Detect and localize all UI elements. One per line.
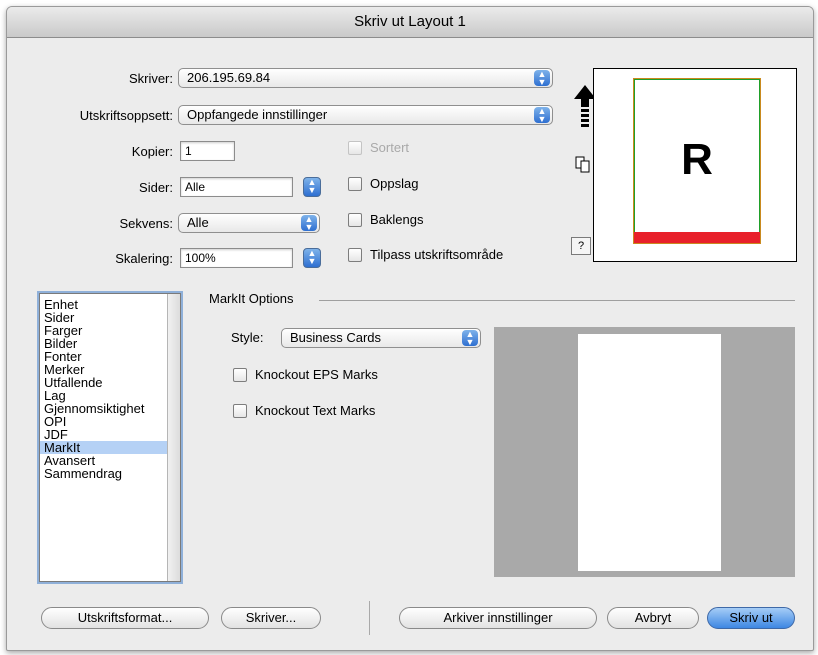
spreads-checkbox[interactable]: Oppslag [348,176,418,192]
popup-arrows-icon: ▲ ▼ [534,107,550,124]
style-popup[interactable]: Business Cards ▲ ▼ [281,328,481,348]
copies-label: Kopier: [131,144,173,159]
preset-value: Oppfangede innstillinger [187,107,328,122]
scale-stepper[interactable]: ▲ ▼ [303,248,321,268]
popup-arrows-icon: ▲ ▼ [534,70,550,87]
pages-stepper[interactable]: ▲ ▼ [303,177,321,197]
section-list[interactable]: Enhet Sider Farger Bilder Fonter Merker … [39,293,181,582]
pages-field[interactable]: Alle [180,177,293,197]
page-preview: R [593,68,797,262]
fit-checkbox[interactable]: Tilpass utskriftsområde [348,247,503,263]
save-settings-button[interactable]: Arkiver innstillinger [399,607,597,629]
knockout-text-label: Knockout Text Marks [255,403,376,418]
knockout-text-checkbox[interactable]: Knockout Text Marks [233,403,375,419]
copies-field[interactable]: 1 [180,141,235,161]
collate-label: Sortert [370,140,410,155]
print-dialog: Skriv ut Layout 1 Skriver: 206.195.69.84… [6,6,814,651]
sequence-popup[interactable]: Alle ▲ ▼ [178,213,320,233]
sequence-label: Sekvens: [119,216,173,231]
window-title: Skriv ut Layout 1 [7,7,813,38]
page-flip-icon[interactable] [575,156,591,174]
list-scrollbar[interactable] [167,294,180,581]
checkbox-box [348,212,362,227]
style-label: Style: [231,330,264,345]
reverse-checkbox[interactable]: Baklengs [348,212,423,228]
markit-preview [494,327,795,577]
printer-popup[interactable]: 206.195.69.84 ▲ ▼ [178,68,553,88]
popup-arrows-icon: ▲ ▼ [462,330,478,347]
knockout-eps-label: Knockout EPS Marks [255,367,378,382]
sequence-value: Alle [187,215,209,230]
printer-value: 206.195.69.84 [187,70,271,85]
popup-arrows-icon: ▲ ▼ [301,215,317,232]
collate-checkbox: Sortert [348,140,409,156]
checkbox-box [348,140,362,155]
checkbox-box [348,247,362,262]
scale-label: Skalering: [115,251,173,266]
button-divider [369,601,370,635]
print-button[interactable]: Skriv ut [707,607,795,629]
preset-label: Utskriftsoppsett: [79,108,173,123]
markit-preview-page [578,334,721,571]
scale-field[interactable]: 100% [180,248,293,268]
preview-page: R [633,78,761,244]
preview-bleed-bar [634,232,760,243]
checkbox-box [233,403,247,418]
printer-button[interactable]: Skriver... [221,607,321,629]
checkbox-box [348,176,362,191]
pages-label: Sider: [139,180,173,195]
printer-label: Skriver: [128,71,173,86]
page-setup-button[interactable]: Utskriftsformat... [41,607,209,629]
spreads-label: Oppslag [370,176,419,191]
reverse-label: Baklengs [370,212,424,227]
fit-label: Tilpass utskriftsområde [370,247,504,262]
group-title: MarkIt Options [209,291,294,306]
knockout-eps-checkbox[interactable]: Knockout EPS Marks [233,367,378,383]
checkbox-box [233,367,247,382]
style-value: Business Cards [290,330,382,345]
cancel-button[interactable]: Avbryt [607,607,699,629]
group-divider [319,300,795,301]
preview-letter: R [681,135,713,184]
help-icon[interactable]: ? [571,237,591,255]
list-item[interactable]: Sammendrag [40,467,167,480]
preset-popup[interactable]: Oppfangede innstillinger ▲ ▼ [178,105,553,125]
